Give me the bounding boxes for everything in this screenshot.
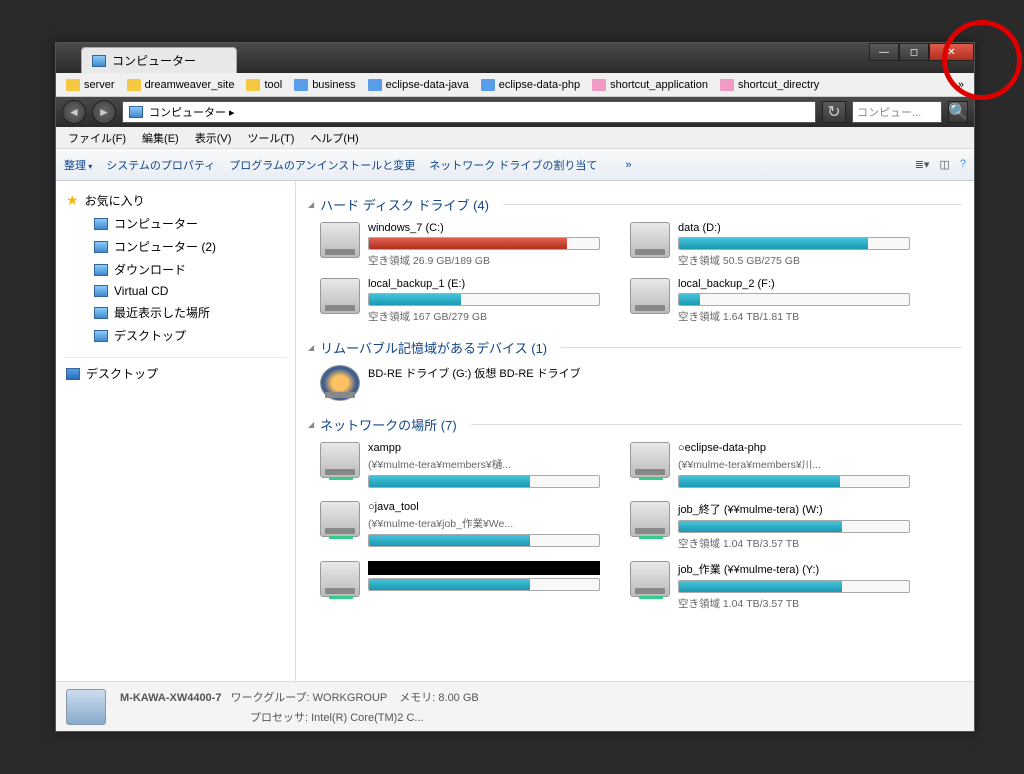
sidebar-item[interactable]: Virtual CD [56,281,295,301]
back-button[interactable]: ◄ [62,100,86,124]
computer-name: M-KAWA-XW4400-7 [120,692,221,704]
refresh-button[interactable]: ↻ [822,101,846,123]
drive-item[interactable]: data (D:) 空き領域 50.5 GB/275 GB [630,222,910,268]
item-icon [94,285,108,297]
content-area: ハード ディスク ドライブ (4) windows_7 (C:) 空き領域 26… [296,181,974,681]
drive-item[interactable]: BD-RE ドライブ (G:) 仮想 BD-RE ドライブ [320,365,600,401]
sidebar-item[interactable]: コンピューター (2) [56,235,295,258]
navigation-sidebar: ★ お気に入り コンピューターコンピューター (2)ダウンロードVirtual … [56,181,296,681]
group-hdd[interactable]: ハード ディスク ドライブ (4) [308,195,962,214]
close-button[interactable]: ✕ [929,43,974,61]
tab-title: コンピューター [112,52,196,69]
drive-item[interactable]: local_backup_2 (F:) 空き領域 1.64 TB/1.81 TB [630,278,910,324]
details-pane: M-KAWA-XW4400-7 ワークグループ: WORKGROUP メモリ: … [56,681,974,731]
bookmark-item[interactable]: tool [242,77,286,93]
drive-item[interactable]: local_backup_1 (E:) 空き領域 167 GB/279 GB [320,278,600,324]
drive-item[interactable]: windows_7 (C:) 空き領域 26.9 GB/189 GB [320,222,600,268]
network-drive-icon [630,501,670,537]
folder-icon [720,79,734,91]
folder-icon [294,79,308,91]
hdd-icon [630,222,670,258]
breadcrumb: コンピューター ▸ [149,104,235,120]
bookmark-item[interactable]: eclipse-data-php [477,77,584,93]
sidebar-item[interactable]: 最近表示した場所 [56,301,295,324]
menu-item[interactable]: ツール(T) [241,128,300,148]
bookmark-item[interactable]: dreamweaver_site [123,77,239,93]
bookmarks-bar: serverdreamweaver_sitetoolbusiness eclips… [56,73,974,97]
forward-button[interactable]: ► [92,100,116,124]
bookmark-item[interactable]: shortcut_directry [716,77,823,93]
item-icon [94,307,108,319]
search-button[interactable]: 🔍 [948,101,968,123]
folder-icon [368,79,382,91]
bookmark-item[interactable]: eclipse-data-java [364,77,473,93]
folder-icon [127,79,141,91]
item-icon [94,218,108,230]
item-icon [94,330,108,342]
bookmarks-overflow[interactable]: » [954,79,968,91]
computer-icon [92,55,106,67]
toolbar-item[interactable]: プログラムのアンインストールと変更 [229,160,415,172]
bookmark-item[interactable]: server [62,77,119,93]
toolbar-item[interactable]: ネットワーク ドライブの割り当て [429,160,597,172]
bookmark-item[interactable]: shortcut_application [588,77,712,93]
menu-item[interactable]: ヘルプ(H) [304,128,364,148]
network-drive-item[interactable]: ○eclipse-data-php(¥¥mulme-tera¥members¥川… [630,442,910,491]
item-icon [94,264,108,276]
address-bar[interactable]: コンピューター ▸ [122,101,816,123]
group-network[interactable]: ネットワークの場所 (7) [308,415,962,434]
folder-icon [66,79,80,91]
toolbar-overflow[interactable]: » [625,159,631,171]
network-drive-icon [630,561,670,597]
explorer-window: コンピューター — ◻ ✕ serverdreamweaver_sitetool… [55,42,975,732]
view-icons-button[interactable]: ≣▾ [915,158,930,171]
menu-item[interactable]: ファイル(F) [62,128,132,148]
hdd-icon [320,222,360,258]
folder-icon [246,79,260,91]
folder-icon [481,79,495,91]
toolbar: 整理 システムのプロパティ プログラムのアンインストールと変更 ネットワーク ドライ… [56,149,974,181]
sidebar-item[interactable]: ダウンロード [56,258,295,281]
bd-drive-icon [320,365,360,401]
desktop-icon [66,368,80,380]
network-drive-icon [630,442,670,478]
folder-icon [592,79,606,91]
network-drive-icon [320,501,360,537]
organize-button[interactable]: 整理 [64,157,92,173]
network-drive-item[interactable]: ○java_tool(¥¥mulme-tera¥job_作業¥We... [320,501,600,551]
hdd-icon [630,278,670,314]
star-icon: ★ [66,192,79,209]
network-drive-icon [320,561,360,597]
sidebar-item[interactable]: コンピューター [56,212,295,235]
network-drive-item[interactable]: job_作業 (¥¥mulme-tera) (Y:) 空き領域 1.04 TB/… [630,561,910,611]
navigation-bar: ◄ ► コンピューター ▸ ↻ コンピュー... 🔍 [56,97,974,127]
menu-item[interactable]: 編集(E) [136,128,185,148]
menu-item[interactable]: 表示(V) [189,128,238,148]
group-removable[interactable]: リムーバブル記憶域があるデバイス (1) [308,338,962,357]
network-drive-item[interactable]: XXXXX [320,561,600,611]
minimize-button[interactable]: — [869,43,899,61]
network-drive-item[interactable]: job_終了 (¥¥mulme-tera) (W:) 空き領域 1.04 TB/… [630,501,910,551]
sidebar-item[interactable]: デスクトップ [56,324,295,347]
preview-pane-button[interactable]: ◫ [939,158,949,171]
sidebar-desktop[interactable]: デスクトップ [56,362,295,385]
window-controls: — ◻ ✕ [869,43,974,61]
maximize-button[interactable]: ◻ [899,43,929,61]
computer-icon [129,106,143,118]
toolbar-item[interactable]: システムのプロパティ [106,160,215,172]
hdd-icon [320,278,360,314]
menu-bar: ファイル(F)編集(E)表示(V)ツール(T)ヘルプ(H) [56,127,974,149]
favorites-header[interactable]: ★ お気に入り [56,189,295,212]
item-icon [94,241,108,253]
titlebar: コンピューター — ◻ ✕ [56,43,974,73]
help-button[interactable]: ? [960,158,966,171]
window-tab[interactable]: コンピューター [81,47,237,73]
computer-icon [66,689,106,725]
search-placeholder: コンピュー... [857,104,921,120]
network-drive-icon [320,442,360,478]
bookmark-item[interactable]: business [290,77,359,93]
network-drive-item[interactable]: xampp(¥¥mulme-tera¥members¥樋... [320,442,600,491]
search-input[interactable]: コンピュー... [852,101,942,123]
